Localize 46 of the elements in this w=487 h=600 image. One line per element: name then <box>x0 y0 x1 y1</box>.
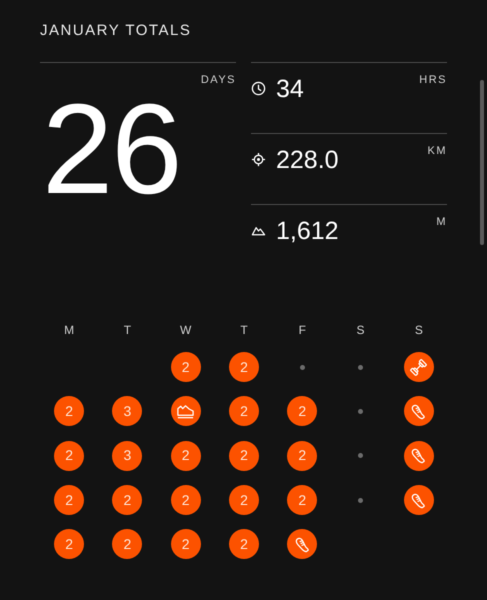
day-count[interactable]: 2 <box>228 352 259 382</box>
page-title: JANUARY TOTALS <box>40 22 192 40</box>
day-count[interactable]: 2 <box>287 440 318 471</box>
day-count[interactable]: 3 <box>112 396 142 426</box>
day-count[interactable]: 2 <box>170 529 201 560</box>
activity-badge[interactable] <box>287 529 318 560</box>
unit-label: KM <box>428 144 447 158</box>
weekday-label: F <box>298 322 306 339</box>
weekday-label: T <box>240 322 248 339</box>
stat-value: 228.0 <box>276 146 339 174</box>
day-count[interactable]: 2 <box>287 485 318 516</box>
day-count[interactable]: 2 <box>228 440 259 471</box>
weekday-label: M <box>64 322 74 339</box>
target-icon <box>251 152 266 167</box>
day-count[interactable]: 2 <box>170 352 201 382</box>
day-count[interactable]: 2 <box>170 440 201 471</box>
days-value: 26 <box>42 95 180 205</box>
weekday-label: T <box>124 322 132 339</box>
day-count[interactable]: 3 <box>112 440 142 471</box>
weekday-label: W <box>180 322 192 339</box>
stat-value: 34 <box>276 75 304 103</box>
day-count[interactable]: 2 <box>54 485 84 516</box>
day-count[interactable]: 2 <box>54 440 84 471</box>
unit-label: DAYS <box>200 73 236 87</box>
activity-badge[interactable] <box>404 396 434 426</box>
unit-label: HRS <box>419 73 447 87</box>
weekday-label: S <box>356 322 365 339</box>
stat-value: 1,612 <box>276 217 339 245</box>
day-count[interactable]: 2 <box>54 529 84 560</box>
activity-badge[interactable] <box>404 440 434 471</box>
day-count[interactable]: 2 <box>287 396 318 426</box>
activity-badge[interactable] <box>404 352 434 382</box>
day-count[interactable]: 2 <box>54 396 84 426</box>
scrollbar[interactable] <box>480 80 484 245</box>
day-count[interactable]: 2 <box>228 529 259 560</box>
day-count[interactable]: 2 <box>228 396 259 426</box>
dumbbell-icon <box>409 358 428 377</box>
activity-badge[interactable] <box>404 485 434 516</box>
day-count[interactable]: 2 <box>228 485 259 516</box>
day-count[interactable]: 2 <box>112 529 142 560</box>
weekday-label: S <box>414 322 423 339</box>
unit-label: M <box>436 215 447 229</box>
clock-icon <box>251 81 266 96</box>
day-count[interactable]: 2 <box>170 485 201 516</box>
activity-badge[interactable] <box>170 396 201 426</box>
day-count[interactable]: 2 <box>112 485 142 516</box>
